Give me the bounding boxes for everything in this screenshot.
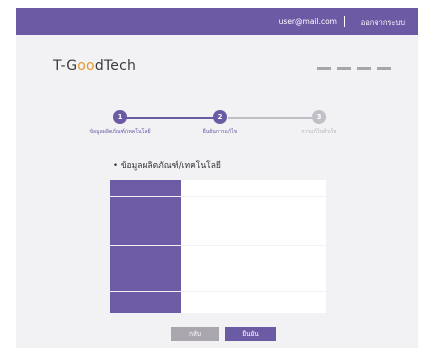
product-info-table [110,180,326,314]
row-value-cell [181,180,326,196]
logo-text-end: dTech [94,58,137,74]
step-3-indicator: 3 [312,110,326,124]
step-1-indicator: 1 [113,110,127,124]
row-label-cell [110,197,181,245]
brand-logo[interactable]: T-GoodTech [53,58,136,74]
menu-dash-3 [357,67,371,70]
user-email: user@mail.com [278,17,337,26]
table-row [110,292,326,313]
row-value-cell [181,246,326,291]
top-header-bar: user@mail.com ออกจากระบบ [16,8,418,35]
step-connector-2 [228,117,312,119]
step-2-indicator: 2 [213,110,227,124]
row-value-cell [181,197,326,245]
step-3-label: การแก้ไขสำเร็จ [301,129,337,135]
row-value-cell [181,292,326,313]
row-label-cell [110,246,181,291]
confirm-button[interactable]: ยืนยัน [225,327,276,341]
header-divider [343,16,345,27]
row-label-cell [110,292,181,313]
menu-dash-2 [337,67,351,70]
logout-link[interactable]: ออกจากระบบ [361,17,405,29]
menu-dash-1 [317,67,331,70]
table-row [110,246,326,291]
back-button[interactable]: กลับ [171,327,219,341]
logo-text-start: T-G [53,58,78,74]
step-2-label: ยืนยันการแก้ไข [202,129,238,135]
table-row [110,180,326,196]
table-row [110,197,326,245]
section-title: • ข้อมูลผลิตภัณฑ์/เทคโนโลยี [113,161,221,171]
row-label-cell [110,180,181,196]
logo-text-oo: oo [77,58,95,74]
step-1-label: ข้อมูลผลิตภัณฑ์/เทคโนโลยี [89,129,151,135]
menu-dash-4 [377,67,391,70]
step-connector-1 [126,117,214,119]
